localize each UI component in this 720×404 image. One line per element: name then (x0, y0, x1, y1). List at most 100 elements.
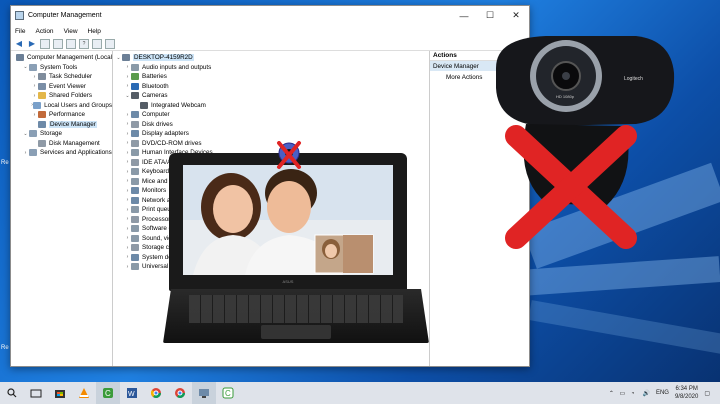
device-category-icon (131, 225, 139, 233)
expand-chevron-icon[interactable]: › (31, 83, 38, 89)
console-tree-item-label: Disk Management (49, 139, 100, 147)
console-tree-item-row[interactable]: › Event Viewer (11, 82, 112, 92)
expand-chevron-icon[interactable]: › (124, 74, 131, 80)
expand-chevron-icon[interactable]: › (31, 74, 38, 80)
device-tree-item-row[interactable]: ⌄ DESKTOP-4159R2D (113, 53, 429, 63)
expand-chevron-icon[interactable]: › (124, 159, 131, 165)
expand-chevron-icon[interactable]: › (124, 216, 131, 222)
console-tree-item-row[interactable]: › Local Users and Groups (11, 101, 112, 111)
expand-chevron-icon[interactable]: › (124, 131, 131, 137)
expand-chevron-icon[interactable]: › (124, 140, 131, 146)
device-tree-item-label: Batteries (142, 73, 167, 81)
console-tree-item-label: Task Scheduler (49, 73, 93, 81)
menu-bar: File Action View Help (11, 25, 529, 37)
minimize-button[interactable]: — (451, 6, 477, 25)
device-tree-item-row[interactable]: › Bluetooth (113, 82, 429, 92)
show-hide-tree-icon[interactable] (53, 38, 63, 49)
search-icon[interactable] (0, 382, 24, 404)
clock[interactable]: 6:34 PM 9/8/2020 (675, 385, 698, 401)
chrome-profile-icon[interactable] (168, 382, 192, 404)
window-title: Computer Management (28, 12, 102, 19)
computer-management-taskbar-icon[interactable] (192, 382, 216, 404)
vlc-icon[interactable] (72, 382, 96, 404)
expand-chevron-icon[interactable]: › (124, 83, 131, 89)
menu-file[interactable]: File (15, 28, 25, 35)
close-button[interactable]: ✕ (503, 6, 529, 25)
device-tree-item-row[interactable]: › Disk drives (113, 120, 429, 130)
console-tree-item-label: System Tools (40, 63, 78, 71)
store-icon[interactable] (48, 382, 72, 404)
console-tree-item-row[interactable]: ⌄ System Tools (11, 63, 112, 73)
console-tree: Computer Management (Local ⌄ System Tools ›… (11, 51, 113, 366)
console-tree-item-row[interactable]: Device Manager (11, 120, 112, 130)
up-folder-icon[interactable] (40, 38, 50, 49)
console-tree-item-row[interactable]: › Services and Applications (11, 148, 112, 158)
device-tree-item-row[interactable]: › DVD/CD-ROM drives (113, 139, 429, 149)
collapse-chevron-icon[interactable]: ⌄ (22, 131, 29, 137)
camtasia-icon[interactable]: C (96, 382, 120, 404)
console-tree-item-row[interactable]: Disk Management (11, 139, 112, 149)
expand-chevron-icon[interactable]: › (124, 64, 131, 70)
expand-chevron-icon[interactable]: › (124, 121, 131, 127)
expand-chevron-icon[interactable]: › (124, 264, 131, 270)
expand-chevron-icon[interactable]: › (31, 112, 38, 118)
laptop-keyboard (189, 295, 403, 323)
expand-chevron-icon[interactable]: › (22, 150, 29, 156)
volume-icon[interactable]: 🔊 (642, 390, 649, 397)
device-tree-item-label: Display adapters (142, 130, 189, 138)
back-arrow-icon[interactable]: ◀ (14, 39, 24, 49)
monitor-icon[interactable] (105, 38, 115, 49)
maximize-button[interactable]: ☐ (477, 6, 503, 25)
device-tree-item-row[interactable]: › Batteries (113, 72, 429, 82)
console-tree-item-row[interactable]: › Performance (11, 110, 112, 120)
action-pane-icon[interactable] (92, 38, 102, 49)
properties-icon[interactable] (66, 38, 76, 49)
console-tree-item-row[interactable]: Computer Management (Local (11, 53, 112, 63)
expand-chevron-icon[interactable]: › (124, 226, 131, 232)
word-icon[interactable]: W (120, 382, 144, 404)
notifications-icon[interactable]: ▢ (704, 390, 710, 397)
expand-chevron-icon[interactable]: › (124, 245, 131, 251)
device-tree-item-row[interactable]: Integrated Webcam (113, 101, 429, 111)
device-category-icon (38, 92, 46, 100)
help-icon[interactable]: ? (79, 38, 89, 49)
collapse-chevron-icon[interactable]: ⌄ (115, 55, 122, 61)
collapse-chevron-icon[interactable]: ⌄ (124, 93, 131, 99)
device-category-icon (29, 130, 37, 138)
expand-chevron-icon[interactable]: › (124, 169, 131, 175)
expand-chevron-icon[interactable]: › (124, 207, 131, 213)
laptop-image: ASUS (163, 141, 429, 343)
expand-chevron-icon[interactable]: › (124, 197, 131, 203)
camtasia-recorder-icon[interactable]: C (216, 382, 240, 404)
menu-view[interactable]: View (64, 28, 78, 35)
toolbar: ◀ ▶ ? (11, 37, 529, 51)
menu-help[interactable]: Help (88, 28, 101, 35)
forward-arrow-icon[interactable]: ▶ (27, 39, 37, 49)
expand-chevron-icon[interactable]: › (124, 188, 131, 194)
expand-chevron-icon[interactable]: › (124, 254, 131, 260)
expand-chevron-icon[interactable]: › (124, 112, 131, 118)
device-tree-item-row[interactable]: › Computer (113, 110, 429, 120)
collapse-chevron-icon[interactable]: ⌄ (22, 64, 29, 70)
console-tree-item-row[interactable]: ⌄ Storage (11, 129, 112, 139)
device-tree-item-row[interactable]: › Audio inputs and outputs (113, 63, 429, 73)
device-tree-item-row[interactable]: › Display adapters (113, 129, 429, 139)
device-category-icon (38, 111, 46, 119)
task-view-icon[interactable] (24, 382, 48, 404)
device-category-icon (131, 244, 139, 252)
device-category-icon (131, 63, 139, 71)
expand-chevron-icon[interactable]: › (124, 178, 131, 184)
console-tree-item-label: Performance (49, 111, 86, 119)
device-tree-item-row[interactable]: ⌄ Cameras (113, 91, 429, 101)
console-tree-item-label: Shared Folders (49, 92, 93, 100)
webcam-image: HD 1080p Logitech (486, 28, 716, 258)
expand-chevron-icon[interactable]: › (124, 150, 131, 156)
chrome-icon[interactable] (144, 382, 168, 404)
language-indicator[interactable]: ENG (656, 390, 669, 396)
console-tree-item-row[interactable]: › Shared Folders (11, 91, 112, 101)
tray-icons[interactable]: ⌃ ▭ ◔ (609, 390, 637, 397)
expand-chevron-icon[interactable]: › (124, 235, 131, 241)
menu-action[interactable]: Action (35, 28, 53, 35)
expand-chevron-icon[interactable]: › (31, 93, 38, 99)
console-tree-item-row[interactable]: › Task Scheduler (11, 72, 112, 82)
